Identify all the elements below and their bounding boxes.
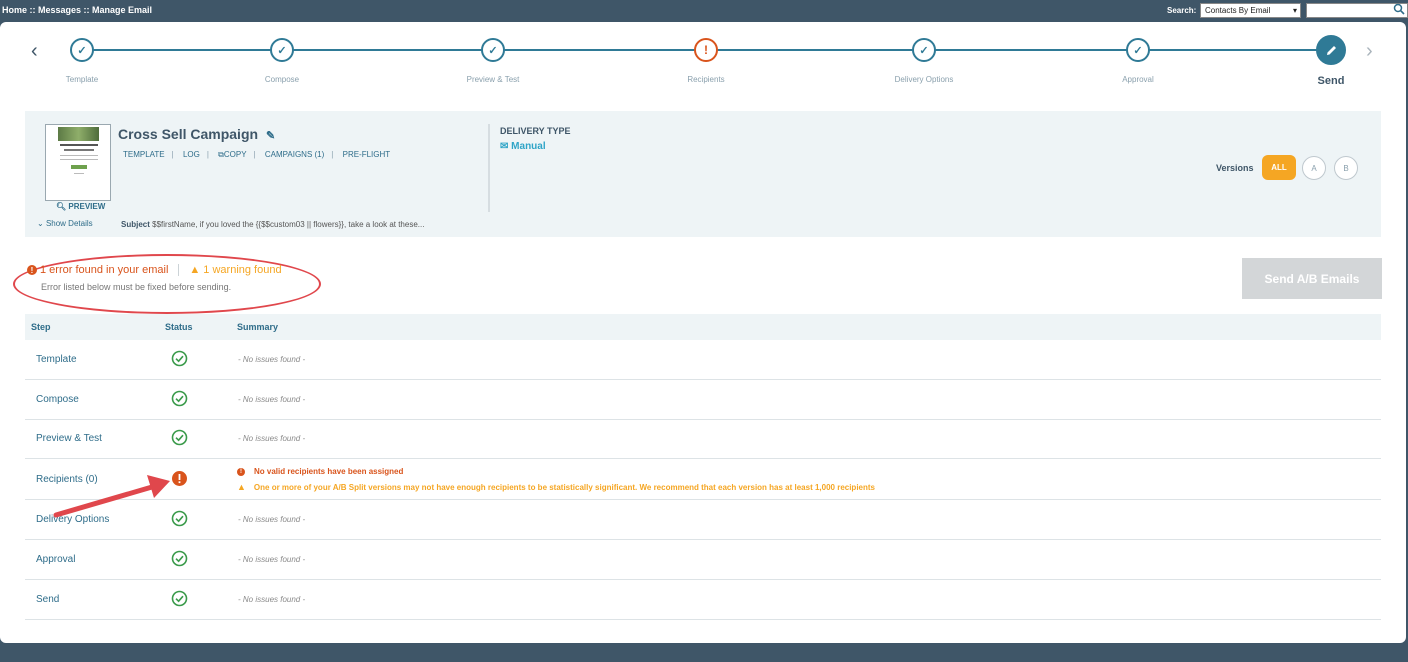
check-circle-icon — [171, 590, 188, 607]
table-row: Recipients (0) ! No valid recipients hav… — [25, 459, 1381, 500]
warning-icon: ▲ — [237, 482, 246, 492]
summary-text: - No issues found - — [238, 434, 306, 443]
step-send[interactable]: Send — [1261, 35, 1401, 87]
error-message-text: No valid recipients have been assigned — [254, 467, 404, 476]
show-details-label: Show Details — [45, 219, 93, 228]
top-bar: Home :: Messages :: Manage Email Search:… — [0, 0, 1408, 22]
col-header-summary: Summary — [237, 322, 279, 332]
search-icon: 🔍︎ — [56, 202, 67, 211]
search-input[interactable] — [1306, 3, 1408, 18]
step-link[interactable]: Template — [36, 354, 77, 365]
check-circle-icon — [171, 350, 188, 367]
search-icon[interactable] — [1393, 3, 1405, 15]
annotation-arrow-icon — [53, 475, 170, 518]
check-icon: ✓ — [912, 38, 936, 62]
show-details-toggle[interactable]: ⌄ Show Details — [37, 219, 93, 228]
check-icon: ✓ — [70, 38, 94, 62]
check-icon: ✓ — [1126, 38, 1150, 62]
search-type-value: Contacts By Email — [1205, 6, 1271, 15]
subject-label: Subject — [121, 220, 150, 229]
subject-value: $$firstName, if you loved the {{$$custom… — [152, 220, 425, 229]
versions-label: Versions — [1216, 163, 1254, 173]
error-subtext: Error listed below must be fixed before … — [41, 282, 232, 292]
col-header-status: Status — [165, 322, 193, 332]
table-row: Preview & Test - No issues found - — [25, 419, 1381, 459]
search-label: Search: — [1167, 6, 1197, 15]
step-label: Delivery Options — [894, 75, 954, 84]
email-thumbnail[interactable] — [45, 124, 111, 201]
chevron-down-icon: ⌄ — [37, 219, 44, 228]
campaign-title: Cross Sell Campaign ✎ — [118, 126, 275, 142]
error-count-text: 1 error found in your email — [40, 264, 169, 276]
step-link[interactable]: Approval — [36, 554, 75, 565]
col-header-step: Step — [31, 322, 51, 332]
summary-text: - No issues found - — [238, 355, 306, 364]
version-all-button[interactable]: ALL — [1262, 155, 1296, 180]
summary-text: - No issues found - — [238, 515, 306, 524]
table-row: Delivery Options - No issues found - — [25, 500, 1381, 540]
preview-label: PREVIEW — [68, 202, 106, 211]
pre-flight-link[interactable]: PRE-FLIGHT — [343, 150, 391, 159]
warning-icon: ▲ — [189, 264, 201, 276]
step-link[interactable]: Send — [36, 594, 59, 605]
step-approval[interactable]: ✓ Approval — [1068, 38, 1208, 84]
step-label: Template — [65, 75, 99, 84]
step-label: Recipients — [687, 75, 725, 84]
divider — [488, 124, 490, 212]
preview-link[interactable]: 🔍︎ PREVIEW — [56, 202, 105, 211]
warning-message: ▲ One or more of your A/B Split versions… — [237, 482, 875, 492]
error-message: ! No valid recipients have been assigned — [237, 467, 403, 476]
summary-text: - No issues found - — [238, 595, 306, 604]
step-label: Compose — [264, 75, 300, 84]
search-type-select[interactable]: Contacts By Email ▾ — [1200, 3, 1301, 18]
error-icon: ! — [237, 467, 245, 476]
step-link[interactable]: Preview & Test — [36, 433, 102, 444]
check-icon: ✓ — [270, 38, 294, 62]
copy-link[interactable]: COPY — [224, 150, 247, 159]
step-label: Approval — [1122, 75, 1154, 84]
envelope-icon: ✉ — [500, 141, 509, 152]
check-circle-icon — [171, 390, 188, 407]
divider — [178, 264, 180, 276]
subject-line: Subject $$firstName, if you loved the {{… — [121, 220, 424, 229]
campaign-title-text: Cross Sell Campaign — [118, 126, 259, 142]
template-link[interactable]: TEMPLATE — [123, 150, 165, 159]
check-icon: ✓ — [481, 38, 505, 62]
chevron-down-icon: ▾ — [1292, 6, 1297, 15]
step-template[interactable]: ✓ Template — [12, 38, 152, 84]
check-circle-icon — [171, 550, 188, 567]
table-row: Approval - No issues found - — [25, 540, 1381, 580]
delivery-type-value: ✉ Manual — [500, 141, 546, 152]
step-label: Preview & Test — [466, 75, 520, 84]
step-link[interactable]: Compose — [36, 394, 79, 405]
error-icon: ! — [27, 265, 37, 275]
version-a-button[interactable]: A — [1302, 156, 1326, 180]
step-label: Send — [1317, 75, 1345, 87]
step-preview-test[interactable]: ✓ Preview & Test — [423, 38, 563, 84]
breadcrumb[interactable]: Home :: Messages :: Manage Email — [2, 5, 152, 15]
pencil-icon — [1316, 35, 1346, 65]
table-row: Template - No issues found - — [25, 340, 1381, 380]
table-row: Send - No issues found - — [25, 580, 1381, 620]
error-icon: ! — [694, 38, 718, 62]
delivery-type-text: Manual — [511, 141, 546, 152]
step-recipients[interactable]: ! Recipients — [636, 38, 776, 84]
warning-message-text: One or more of your A/B Split versions m… — [253, 482, 875, 492]
delivery-type-label: DELIVERY TYPE — [500, 126, 571, 136]
table-row: Compose - No issues found - — [25, 380, 1381, 420]
summary-text: - No issues found - — [238, 395, 306, 404]
send-ab-emails-button[interactable]: Send A/B Emails — [1242, 258, 1382, 299]
step-compose[interactable]: ✓ Compose — [212, 38, 352, 84]
edit-pencil-icon[interactable]: ✎ — [266, 130, 275, 142]
warning-count-text: 1 warning found — [203, 264, 282, 276]
log-link[interactable]: LOG — [183, 150, 200, 159]
campaign-links: TEMPLATE | LOG | ⧉COPY | CAMPAIGNS (1) | PRE… — [123, 150, 391, 159]
campaigns-link[interactable]: CAMPAIGNS (1) — [265, 150, 324, 159]
version-b-button[interactable]: B — [1334, 156, 1358, 180]
step-delivery-options[interactable]: ✓ Delivery Options — [854, 38, 994, 84]
summary-text: - No issues found - — [238, 555, 306, 564]
check-circle-icon — [171, 429, 188, 446]
table-header — [25, 314, 1381, 340]
validation-summary: ! 1 error found in your email ▲ 1 warnin… — [27, 264, 282, 276]
